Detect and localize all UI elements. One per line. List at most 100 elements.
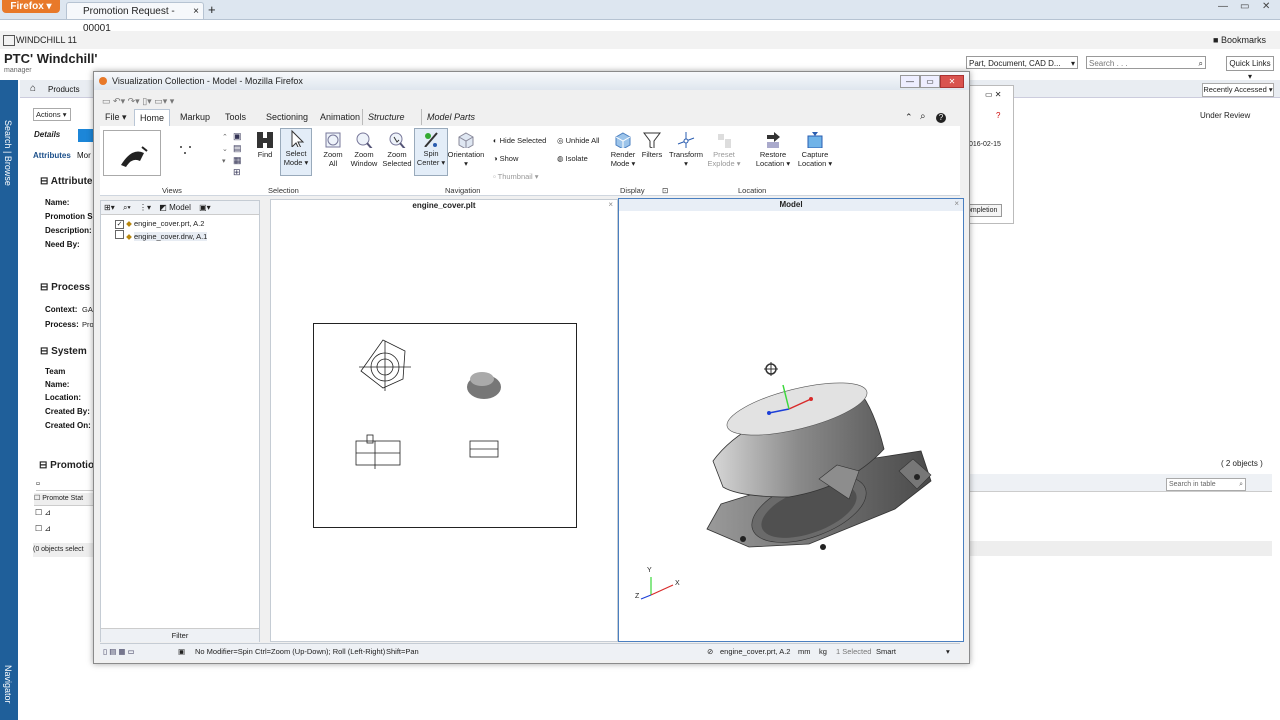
unhide-all-button[interactable]: ◎ Unhide All <box>557 132 599 150</box>
status-select-mode[interactable]: Smart <box>876 644 896 660</box>
popup-maximize-icon[interactable]: ▭ <box>920 75 940 88</box>
section-attributes-header[interactable]: ⊟ Attributes <box>40 176 98 187</box>
chevron-down-icon[interactable]: ▾ <box>121 96 126 106</box>
close-window-icon[interactable]: ✕ <box>1262 1 1270 12</box>
bookmarks-link[interactable]: ■ Bookmarks <box>1213 35 1266 45</box>
subtab-more[interactable]: Mor <box>77 151 91 160</box>
popup-titlebar[interactable]: Visualization Collection - Model - Mozil… <box>94 72 969 90</box>
chevron-down-icon[interactable]: ▾ <box>163 96 168 106</box>
dialog-restore-icon[interactable]: ▭ ✕ <box>985 90 1001 99</box>
help-icon[interactable]: ? <box>996 111 1000 120</box>
tree-item-checkbox-checked[interactable]: ✓ <box>115 220 124 229</box>
navigator-nav[interactable]: Navigator <box>3 665 13 704</box>
filters-button[interactable]: Filters <box>640 130 664 159</box>
tree-expand-icon[interactable]: ⊞▾ <box>104 203 115 212</box>
actions-menu[interactable]: Actions ▾ <box>33 108 71 121</box>
spin-center-button[interactable]: Spin Center ▾ <box>414 128 448 176</box>
status-units-mass[interactable]: kg <box>819 644 827 660</box>
select-mode-button[interactable]: Select Mode ▾ <box>280 128 312 176</box>
hide-selected-button[interactable]: ◐ Hide Selected <box>493 132 546 150</box>
layout-quad-icon[interactable]: ⊞ <box>233 166 242 178</box>
search-in-table-input[interactable]: Search in table ⌕ <box>1166 478 1246 491</box>
transform-button[interactable]: Transform ▾ <box>667 130 705 168</box>
section-promotion-header[interactable]: ⊟ Promotio <box>39 460 94 471</box>
tab-close-icon[interactable]: × <box>193 3 199 20</box>
status-units-length[interactable]: mm <box>798 644 811 660</box>
ribbon-tab-animation[interactable]: Animation <box>315 109 365 125</box>
orientation-button[interactable]: Orientation ▾ <box>447 130 485 168</box>
table-row-checkbox[interactable]: ☐ ⊿ <box>35 508 51 517</box>
completion-button[interactable]: ompletion <box>966 204 1002 217</box>
chevron-down-icon[interactable]: ▾ <box>147 96 152 106</box>
thumbnail-button[interactable]: ▫ Thumbnail ▾ <box>493 168 546 186</box>
window-icon[interactable]: ▭ <box>154 96 163 106</box>
quick-links-button[interactable]: Quick Links ▾ <box>1226 56 1274 81</box>
layout-split-icon[interactable]: ▤ <box>233 142 242 154</box>
ribbon-tab-structure[interactable]: Structure <box>362 109 410 125</box>
tree-columns-icon[interactable]: ▣▾ <box>199 203 211 212</box>
show-button[interactable]: ◑ Show <box>493 150 546 168</box>
browser-tab-promotion-request[interactable]: Promotion Request - 00001 × <box>66 2 204 34</box>
section-system-header[interactable]: ⊟ System <box>40 346 87 357</box>
section-process-header[interactable]: ⊟ Process <box>40 282 90 293</box>
drawing-pane-close-icon[interactable]: × <box>608 200 613 209</box>
ribbon-tab-tools[interactable]: Tools <box>220 109 251 125</box>
tree-item[interactable]: ◆ engine_cover.drw, A.1 <box>115 230 208 243</box>
tree-search-icon[interactable]: ⌕▾ <box>123 203 131 212</box>
recently-accessed-button[interactable]: Recently Accessed ▾ <box>1202 83 1274 97</box>
find-button[interactable]: Find <box>252 130 278 159</box>
filter-bar[interactable]: Filter <box>101 628 259 642</box>
home-icon[interactable]: ⌂ <box>30 83 36 94</box>
ribbon-tab-home[interactable]: Home <box>134 109 171 126</box>
capture-location-button[interactable]: Capture Location ▾ <box>795 130 835 168</box>
search-icon[interactable]: ⌕ <box>1239 479 1243 490</box>
view-scroll[interactable]: ⌃ ⌄ ▾ <box>222 132 228 168</box>
zoom-window-button[interactable]: Zoom Window <box>349 130 379 168</box>
promote-status-column[interactable]: ☐ Promote Stat <box>34 493 96 506</box>
ribbon-tab-markup[interactable]: Markup <box>175 109 215 125</box>
popup-minimize-icon[interactable]: — <box>900 75 920 88</box>
model-3d-viewer-pane[interactable]: Model × Y X Z <box>618 198 964 642</box>
zoom-selected-button[interactable]: Zoom Selected <box>381 130 413 168</box>
search-browse-nav[interactable]: Search | Browse <box>3 120 13 186</box>
folder-icon[interactable]: ▫ <box>36 478 40 490</box>
tree-item[interactable]: ✓ ◆ engine_cover.prt, A.2 <box>115 218 207 230</box>
search-input[interactable]: Search . . . ⌕ <box>1086 56 1206 69</box>
customize-icon[interactable]: ▾ <box>170 96 175 106</box>
drawing-viewer-pane[interactable]: engine_cover.plt × <box>270 199 618 642</box>
popup-close-icon[interactable]: ✕ <box>940 75 964 88</box>
search-type-select[interactable]: Part, Document, CAD D... ▾ <box>966 56 1078 69</box>
ribbon-tab-model-parts[interactable]: Model Parts <box>421 109 480 125</box>
view-thumbnail-alt[interactable] <box>172 136 200 164</box>
table-row-checkbox[interactable]: ☐ ⊿ <box>35 524 51 533</box>
open-icon[interactable]: ▭ <box>102 96 111 106</box>
chevron-down-icon[interactable]: ▾ <box>946 644 950 660</box>
new-tab-button[interactable]: + <box>208 2 216 17</box>
file-menu[interactable]: File ▾ <box>100 109 132 125</box>
zoom-all-button[interactable]: Zoom All <box>319 130 347 168</box>
undo-icon[interactable]: ↶ <box>113 96 121 106</box>
search-icon[interactable]: ⌕ <box>915 109 931 125</box>
preset-explode-button[interactable]: Preset Explode ▾ <box>707 130 741 168</box>
chevron-down-icon[interactable]: ▾ <box>135 96 140 106</box>
layout-single-icon[interactable]: ▣ <box>233 130 242 142</box>
view-thumbnail-selected[interactable] <box>103 130 161 176</box>
firefox-menu-button[interactable]: Firefox ▾ <box>2 0 60 13</box>
breadcrumb-products[interactable]: Products <box>48 85 80 94</box>
tab-details[interactable]: Details <box>34 130 60 139</box>
isolate-button[interactable]: ◍ Isolate <box>557 150 599 168</box>
tree-item-checkbox[interactable] <box>115 230 124 239</box>
render-mode-button[interactable]: Render Mode ▾ <box>608 130 638 168</box>
subtab-attributes[interactable]: Attributes <box>33 151 71 160</box>
restore-location-button[interactable]: Restore Location ▾ <box>753 130 793 168</box>
search-icon[interactable]: ⌕ <box>1199 57 1203 70</box>
help-icon[interactable]: ? <box>931 109 951 125</box>
layout-grid-icon[interactable]: ▦ <box>233 154 242 166</box>
display-options-icon[interactable]: ⊡ <box>662 186 668 195</box>
maximize-icon[interactable]: ▭ <box>1240 1 1249 12</box>
minimize-icon[interactable]: — <box>1218 1 1228 12</box>
ribbon-tab-sectioning[interactable]: Sectioning <box>261 109 313 125</box>
model-pane-close-icon[interactable]: × <box>954 199 959 208</box>
tree-structure-icon[interactable]: ⋮▾ <box>139 203 151 212</box>
status-layout-icons[interactable]: ▯ ▤ ▦ ▭ <box>103 644 135 660</box>
